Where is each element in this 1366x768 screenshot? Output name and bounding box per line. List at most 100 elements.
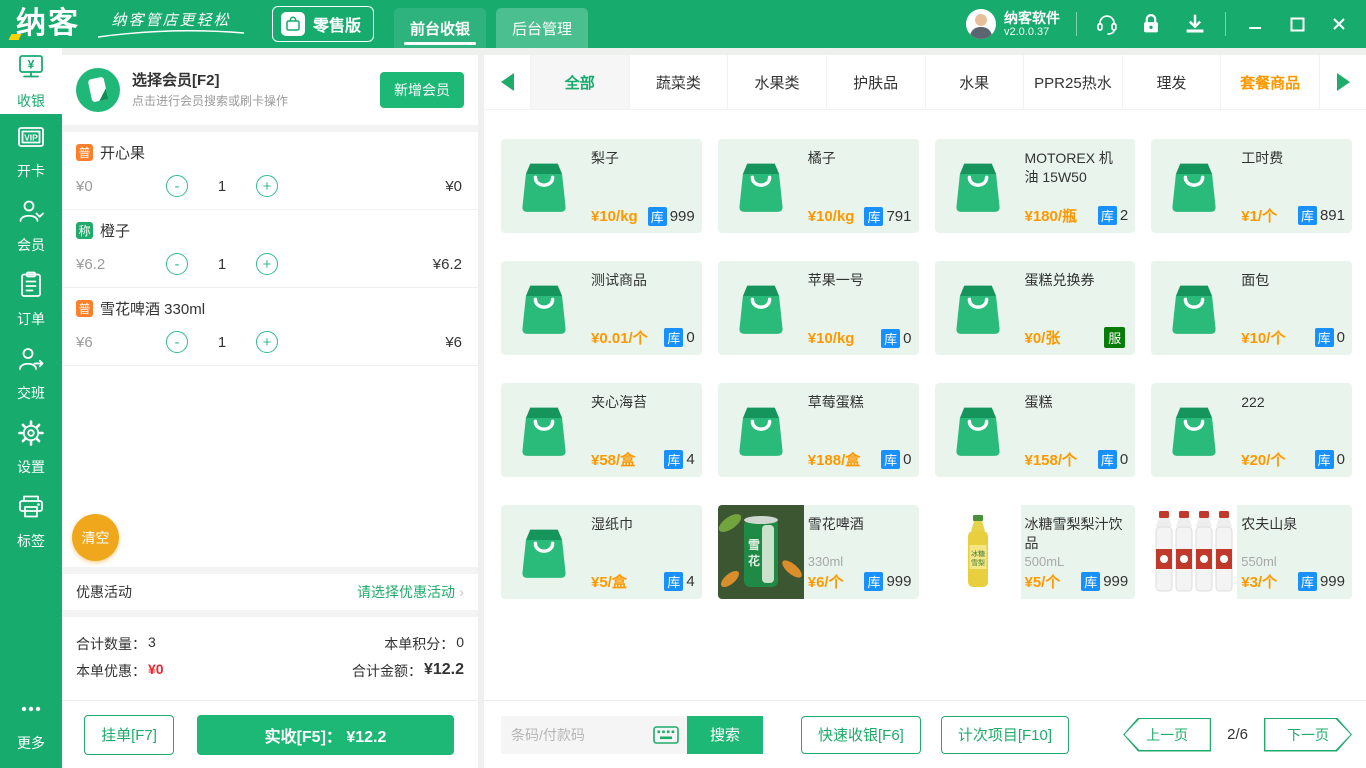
clear-cart-button[interactable]: 清空 — [72, 514, 119, 561]
product-card[interactable]: 222 ¥20/个 库 0 — [1151, 383, 1352, 477]
product-name: 蛋糕 — [1025, 393, 1128, 412]
product-card[interactable]: 湿纸巾 ¥5/盒 库 4 — [501, 505, 702, 599]
sidebar-item-shift-handover[interactable]: 交班 — [0, 336, 62, 410]
total-qty-value: 3 — [148, 634, 156, 654]
user-chip[interactable]: 纳客软件 v2.0.0.37 — [966, 9, 1060, 39]
stock-badge: 库 — [648, 207, 667, 226]
qty-plus-button[interactable]: + — [256, 175, 278, 197]
sidebar-item-label: 交班 — [17, 383, 45, 403]
product-name: 雪花啤酒 — [808, 515, 911, 534]
checkout-button[interactable]: 实收[F5]： ¥12.2 — [197, 715, 454, 755]
cart-panel: 选择会员[F2] 点击进行会员搜索或刷卡操作 新增会员 普 开心果 ¥0 - 1… — [62, 55, 478, 768]
service-icon[interactable] — [1093, 10, 1121, 38]
product-card[interactable]: 冰糖 雪梨 冰糖雪梨梨汁饮品 500mL ¥5/个 库 999 — [935, 505, 1136, 599]
category-tab[interactable]: 蔬菜类 — [630, 55, 729, 109]
hold-order-button[interactable]: 挂单[F7] — [84, 715, 174, 755]
product-card[interactable]: 梨子 ¥10/kg 库 999 — [501, 139, 702, 233]
product-price: ¥0.01/个 — [591, 327, 648, 348]
search-button[interactable]: 搜索 — [687, 716, 763, 754]
barcode-search-input[interactable] — [511, 727, 641, 743]
item-type-badge: 称 — [76, 222, 93, 239]
cart-item-row[interactable]: 普 雪花啤酒 330ml ¥6 - 1 + ¥6 — [62, 288, 478, 366]
cart-item-row[interactable]: 普 开心果 ¥0 - 1 + ¥0 — [62, 132, 478, 210]
shopping-bag-icon — [947, 277, 1009, 339]
cart-item-qty: 1 — [188, 256, 256, 273]
category-tab[interactable]: 套餐商品 — [1221, 55, 1320, 109]
category-prev-icon[interactable] — [484, 55, 530, 109]
product-card[interactable]: 橘子 ¥10/kg 库 791 — [718, 139, 919, 233]
qty-minus-button[interactable]: - — [166, 175, 188, 197]
product-card[interactable]: 夹心海苔 ¥58/盒 库 4 — [501, 383, 702, 477]
sidebar-item-label: 更多 — [17, 733, 45, 753]
quick-cash-button[interactable]: 快速收银[F6] — [801, 716, 921, 754]
sidebar-item-orders[interactable]: 订单 — [0, 262, 62, 336]
product-price: ¥5/盒 — [591, 571, 627, 592]
cart-item-row[interactable]: 称 橙子 ¥6.2 - 1 + ¥6.2 — [62, 210, 478, 288]
product-price: ¥10/个 — [1241, 327, 1285, 348]
product-card[interactable]: 面包 ¥10/个 库 0 — [1151, 261, 1352, 355]
product-card[interactable]: 蛋糕 ¥158/个 库 0 — [935, 383, 1136, 477]
sidebar-item-more[interactable]: 更多 — [0, 686, 62, 760]
svg-text:¥: ¥ — [28, 57, 35, 71]
svg-text:花: 花 — [748, 553, 760, 568]
category-tab[interactable]: PPR25热水 — [1024, 55, 1123, 109]
sidebar-item-cashier[interactable]: ¥ 收银 — [0, 48, 62, 114]
product-card[interactable]: 测试商品 ¥0.01/个 库 0 — [501, 261, 702, 355]
divider — [62, 567, 478, 574]
add-member-button[interactable]: 新增会员 — [380, 72, 464, 108]
promo-select-link[interactable]: 请选择优惠活动 — [357, 582, 455, 602]
product-price: ¥1/个 — [1241, 205, 1277, 226]
category-tab[interactable]: 水果类 — [728, 55, 827, 109]
qty-minus-button[interactable]: - — [166, 253, 188, 275]
product-card[interactable]: 草莓蛋糕 ¥188/盒 库 0 — [718, 383, 919, 477]
close-icon[interactable] — [1326, 11, 1352, 37]
category-tab[interactable]: 全部 — [530, 55, 630, 109]
nav-tab-inactive[interactable]: 后台管理 — [496, 8, 588, 48]
category-tab[interactable]: 护肤品 — [827, 55, 926, 109]
stock-count: 0 — [903, 451, 911, 468]
discount-value: ¥0 — [148, 661, 164, 681]
divider — [1225, 12, 1226, 36]
stock-badge: 库 — [1098, 450, 1117, 469]
product-card[interactable]: 苹果一号 ¥10/kg 库 0 — [718, 261, 919, 355]
promo-label: 优惠活动 — [76, 582, 132, 602]
category-bar: 全部蔬菜类水果类护肤品水果PPR25热水理发套餐商品 — [484, 55, 1366, 110]
lock-icon[interactable] — [1137, 10, 1165, 38]
category-tab[interactable]: 水果 — [926, 55, 1025, 109]
product-card[interactable]: 蛋糕兑换券 ¥0/张 服 — [935, 261, 1136, 355]
product-card[interactable]: 雪 花 雪花啤酒 330ml ¥6/个 库 999 — [718, 505, 919, 599]
product-card[interactable]: 农夫山泉 550ml ¥3/个 库 999 — [1151, 505, 1352, 599]
shopping-bag-icon — [718, 139, 804, 233]
member-select-row[interactable]: 选择会员[F2] 点击进行会员搜索或刷卡操作 新增会员 — [62, 55, 478, 125]
product-card[interactable]: MOTOREX 机油 15W50 ¥180/瓶 库 2 — [935, 139, 1136, 233]
download-icon[interactable] — [1181, 10, 1209, 38]
count-item-button[interactable]: 计次项目[F10] — [941, 716, 1069, 754]
minimize-icon[interactable] — [1242, 11, 1268, 37]
product-name: 蛋糕兑换券 — [1025, 271, 1128, 290]
sidebar-item-settings-gear[interactable]: 设置 — [0, 410, 62, 484]
beer-can-photo: 雪 花 — [718, 505, 804, 599]
product-name: 橘子 — [808, 149, 911, 168]
avatar — [966, 9, 996, 39]
sidebar-item-member[interactable]: 会员 — [0, 188, 62, 262]
category-next-icon[interactable] — [1320, 55, 1366, 109]
beer-photo: 雪 花 — [718, 505, 804, 599]
qty-plus-button[interactable]: + — [256, 331, 278, 353]
member-card-icon — [76, 68, 120, 112]
nav-tab-active[interactable]: 前台收银 — [394, 8, 486, 48]
qty-minus-button[interactable]: - — [166, 331, 188, 353]
sidebar-item-label-printer[interactable]: 标签 — [0, 484, 62, 558]
keyboard-icon[interactable] — [653, 725, 679, 745]
settings-gear-icon — [16, 418, 46, 453]
qty-plus-button[interactable]: + — [256, 253, 278, 275]
next-page-button[interactable]: 下一页 — [1264, 718, 1352, 752]
product-card[interactable]: 工时费 ¥1/个 库 891 — [1151, 139, 1352, 233]
bottom-bar: 搜索 快速收银[F6] 计次项目[F10] 上一页 2/6 下一页 — [484, 700, 1366, 768]
product-name: 湿纸巾 — [591, 515, 694, 534]
maximize-icon[interactable] — [1284, 11, 1310, 37]
sidebar-item-vip-card[interactable]: VIP 开卡 — [0, 114, 62, 188]
prev-page-button[interactable]: 上一页 — [1123, 718, 1211, 752]
juice-bottle-photo: 冰糖 雪梨 — [935, 505, 1021, 599]
category-tab[interactable]: 理发 — [1123, 55, 1222, 109]
shopping-bag-icon — [935, 139, 1021, 233]
